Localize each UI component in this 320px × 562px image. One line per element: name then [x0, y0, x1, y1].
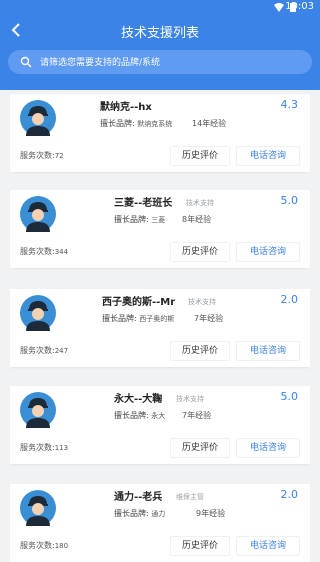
- brand-value: 三菱: [151, 216, 166, 224]
- brand-label: 擅长品牌:: [114, 411, 149, 420]
- brand-text: 擅长品牌: 默纳克系统: [100, 118, 172, 129]
- rating: 5.0: [280, 390, 299, 403]
- technician-name: 永大--大鞠: [114, 394, 163, 405]
- service-count-label: 服务次数:: [20, 247, 55, 256]
- history-review-button[interactable]: 历史评价: [170, 536, 230, 556]
- brand-value: 西子奥的斯: [139, 315, 175, 323]
- phone-consult-button[interactable]: 电话咨询: [236, 536, 300, 556]
- phone-consult-button[interactable]: 电话咨询: [236, 242, 300, 262]
- brand-text: 擅长品牌: 永大: [114, 410, 165, 421]
- history-review-button[interactable]: 历史评价: [170, 438, 230, 458]
- service-count-label: 服务次数:: [20, 541, 55, 550]
- technician-card[interactable]: 西子奥的斯--Mr 技术支持 2.0 擅长品牌: 西子奥的斯 7年经验 服务次数…: [10, 289, 310, 367]
- technician-avatar-icon: [20, 196, 56, 232]
- service-count: 服务次数:344: [20, 246, 68, 257]
- experience: 7年经验: [182, 411, 212, 420]
- service-count-value: 247: [54, 347, 69, 355]
- service-count-value: 180: [54, 542, 69, 550]
- rating: 5.0: [280, 194, 299, 207]
- brand-text: 擅长品牌: 三菱: [114, 214, 165, 225]
- rating: 2.0: [280, 293, 299, 306]
- technician-avatar-icon: [20, 490, 56, 526]
- experience: 7年经验: [194, 314, 224, 323]
- brand-text: 擅长品牌: 西子奥的斯: [102, 313, 174, 324]
- technician-role: 技术支持: [176, 395, 204, 403]
- technician-avatar-icon: [20, 100, 56, 136]
- technician-name: 三菱--老班长: [114, 198, 173, 209]
- search-icon: [20, 56, 32, 68]
- service-count: 服务次数:72: [20, 150, 64, 161]
- rating: 4.3: [280, 98, 299, 111]
- technician-role: 技术支持: [186, 199, 214, 207]
- brand-label: 擅长品牌:: [114, 509, 149, 518]
- rating: 2.0: [280, 488, 299, 501]
- search-bar[interactable]: [8, 50, 312, 74]
- brand-value: 永大: [151, 412, 166, 420]
- technician-role: 维保主管: [176, 493, 204, 501]
- brand-label: 擅长品牌:: [100, 119, 135, 128]
- service-count-value: 113: [54, 444, 69, 452]
- phone-consult-button[interactable]: 电话咨询: [236, 341, 300, 361]
- technician-name: 通力--老兵: [114, 492, 163, 503]
- phone-consult-button[interactable]: 电话咨询: [236, 146, 300, 166]
- technician-avatar-icon: [20, 392, 56, 428]
- history-review-button[interactable]: 历史评价: [170, 146, 230, 166]
- technician-name: 西子奥的斯--Mr: [102, 297, 176, 308]
- status-bar: 10:03: [0, 0, 320, 16]
- technician-card[interactable]: 三菱--老班长 技术支持 5.0 擅长品牌: 三菱 8年经验 服务次数:344 …: [10, 190, 310, 268]
- phone-consult-button[interactable]: 电话咨询: [236, 438, 300, 458]
- brand-label: 擅长品牌:: [102, 314, 137, 323]
- experience: 8年经验: [182, 215, 212, 224]
- search-input[interactable]: [38, 54, 302, 72]
- service-count-label: 服务次数:: [20, 443, 55, 452]
- service-count: 服务次数:113: [20, 442, 68, 453]
- service-count-label: 服务次数:: [20, 151, 55, 160]
- service-count-value: 72: [54, 152, 64, 160]
- technician-card[interactable]: 永大--大鞠 技术支持 5.0 擅长品牌: 永大 7年经验 服务次数:113 历…: [10, 386, 310, 464]
- technician-role: 技术支持: [188, 298, 216, 306]
- technician-card[interactable]: 默纳克--hx 4.3 擅长品牌: 默纳克系统 14年经验 服务次数:72 历史…: [10, 94, 310, 172]
- brand-label: 擅长品牌:: [114, 215, 149, 224]
- status-time: 10:03: [285, 1, 314, 12]
- brand-text: 擅长品牌: 通力: [114, 508, 165, 519]
- technician-card[interactable]: 通力--老兵 维保主管 2.0 擅长品牌: 通力 9年经验 服务次数:180 历…: [10, 484, 310, 562]
- history-review-button[interactable]: 历史评价: [170, 341, 230, 361]
- service-count-value: 344: [54, 248, 69, 256]
- history-review-button[interactable]: 历史评价: [170, 242, 230, 262]
- service-count: 服务次数:180: [20, 540, 68, 551]
- service-count-label: 服务次数:: [20, 346, 55, 355]
- technician-name: 默纳克--hx: [100, 102, 152, 113]
- brand-value: 默纳克系统: [137, 120, 173, 128]
- header: 技术支援列表: [0, 16, 320, 90]
- experience: 9年经验: [196, 509, 226, 518]
- wifi-icon: [274, 3, 284, 12]
- technician-avatar-icon: [20, 295, 56, 331]
- page-title: 技术支援列表: [120, 26, 199, 41]
- brand-value: 通力: [151, 510, 166, 518]
- service-count: 服务次数:247: [20, 345, 68, 356]
- experience: 14年经验: [192, 119, 227, 128]
